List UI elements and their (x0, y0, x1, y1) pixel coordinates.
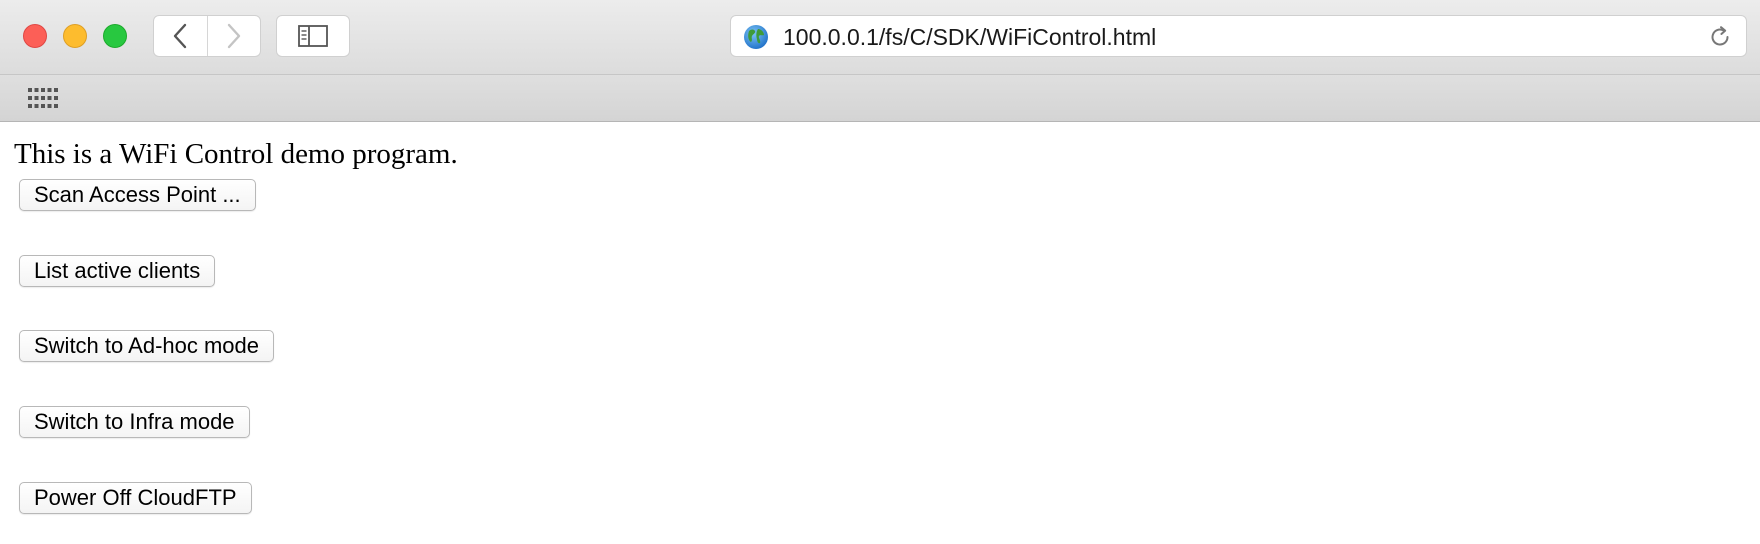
favorites-bar (0, 75, 1760, 122)
address-bar[interactable]: 100.0.0.1/fs/C/SDK/WiFiControl.html (730, 15, 1747, 57)
url-text: 100.0.0.1/fs/C/SDK/WiFiControl.html (783, 24, 1157, 50)
reload-icon[interactable] (1708, 25, 1732, 49)
grid-icon[interactable] (28, 87, 58, 109)
back-button[interactable] (154, 16, 207, 56)
scan-access-point-button[interactable]: Scan Access Point ... (19, 179, 256, 211)
close-window-button[interactable] (23, 24, 47, 48)
sidebar-icon (298, 25, 328, 47)
navigation-buttons (153, 15, 261, 57)
browser-toolbar: 100.0.0.1/fs/C/SDK/WiFiControl.html (0, 0, 1760, 75)
page-content: This is a WiFi Control demo program. Sca… (0, 122, 1760, 544)
forward-button[interactable] (206, 16, 261, 56)
browser-window: 100.0.0.1/fs/C/SDK/WiFiControl.html This… (0, 0, 1760, 544)
minimize-window-button[interactable] (63, 24, 87, 48)
globe-icon (744, 25, 768, 49)
power-off-button[interactable]: Power Off CloudFTP (19, 482, 252, 514)
chevron-left-icon (174, 23, 187, 49)
maximize-window-button[interactable] (103, 24, 127, 48)
intro-text: This is a WiFi Control demo program. (14, 138, 458, 170)
switch-adhoc-mode-button[interactable]: Switch to Ad-hoc mode (19, 330, 275, 362)
switch-infra-mode-button[interactable]: Switch to Infra mode (19, 406, 250, 438)
show-sidebar-button[interactable] (276, 15, 350, 57)
list-active-clients-button[interactable]: List active clients (19, 255, 216, 287)
chevron-right-icon (227, 23, 240, 49)
